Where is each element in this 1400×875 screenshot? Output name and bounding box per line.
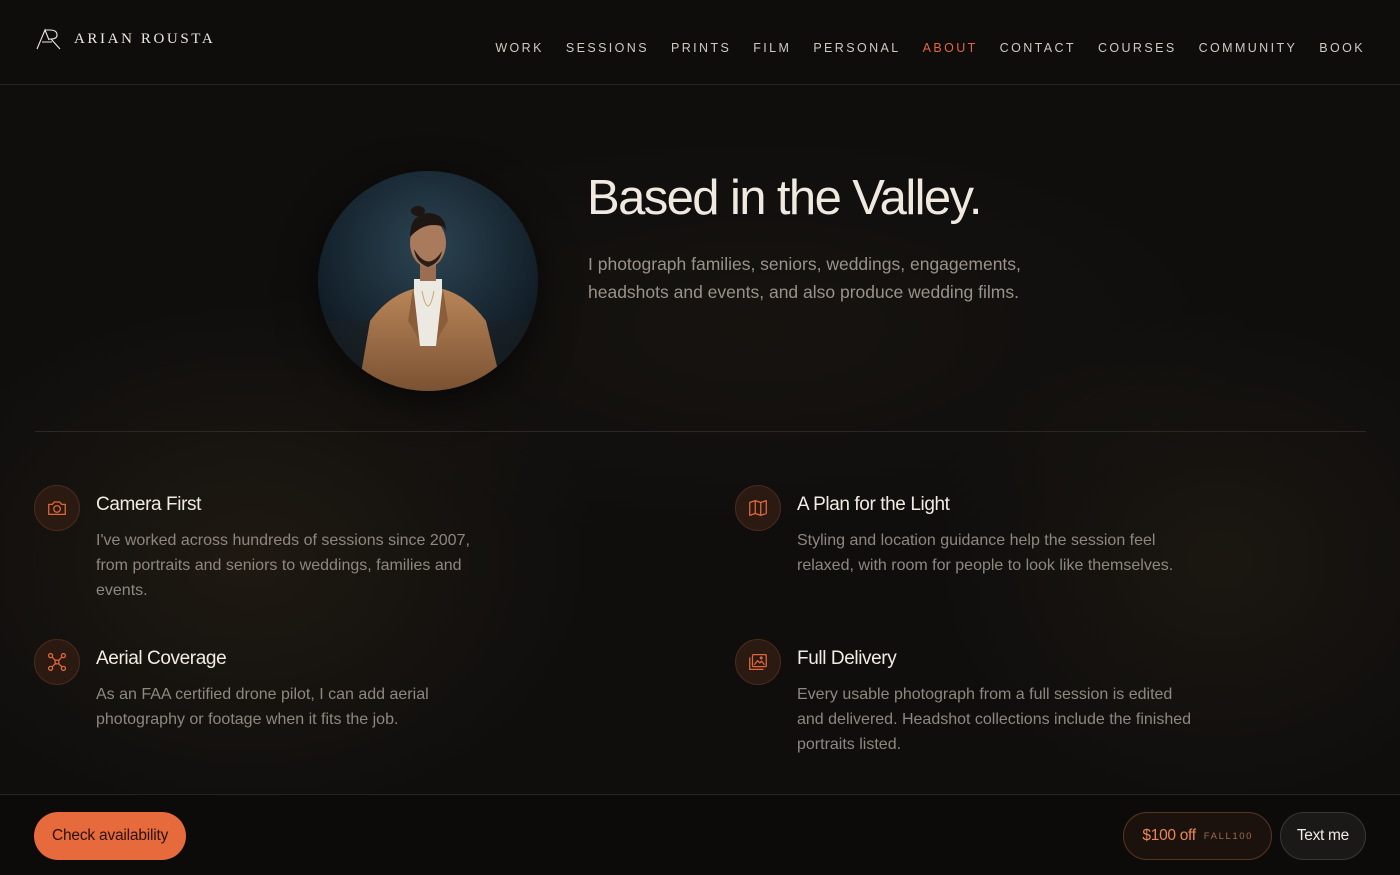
main-nav: WORK SESSIONS PRINTS FILM PERSONAL ABOUT… (473, 41, 1365, 55)
feature-title: A Plan for the Light (797, 494, 950, 515)
promo-code: FALL100 (1203, 830, 1253, 842)
brand-name: ARIAN ROUSTA (74, 30, 216, 47)
nav-item-community[interactable]: COMMUNITY (1199, 41, 1298, 55)
feature-text: Every usable photograph from a full sess… (797, 686, 1192, 753)
ar-monogram-icon (36, 28, 61, 50)
feature-text: I've worked across hundreds of sessions … (96, 532, 470, 599)
text-me-button[interactable]: Text me (1279, 812, 1366, 860)
promo-button[interactable]: $100 off FALL100 (1123, 812, 1272, 860)
nav-item-about[interactable]: ABOUT (923, 41, 978, 55)
nav-item-sessions[interactable]: SESSIONS (566, 41, 649, 55)
intro-text: I photograph families, seniors, weddings… (588, 254, 1021, 302)
camera-icon (34, 485, 80, 531)
promo-amount: $100 off (1142, 827, 1196, 844)
feature-title: Aerial Coverage (96, 648, 227, 669)
feature-title: Camera First (96, 494, 201, 515)
sticky-action-bar: Check availability $100 off FALL100 Text… (0, 794, 1400, 875)
nav-item-contact[interactable]: CONTACT (1000, 41, 1076, 55)
site-header: ARIAN ROUSTA WORK SESSIONS PRINTS FILM P… (0, 0, 1400, 85)
nav-item-work[interactable]: WORK (495, 41, 544, 55)
section-divider (35, 431, 1366, 432)
feature-text: As an FAA certified drone pilot, I can a… (96, 686, 429, 728)
nav-item-prints[interactable]: PRINTS (671, 41, 731, 55)
gallery-icon (735, 639, 781, 685)
nav-item-book[interactable]: BOOK (1319, 41, 1365, 55)
map-icon (735, 485, 781, 531)
nav-item-courses[interactable]: COURSES (1098, 41, 1177, 55)
page-title: Based in the Valley. (587, 171, 982, 225)
nav-item-film[interactable]: FILM (753, 41, 791, 55)
drone-icon (34, 639, 80, 685)
portrait-photo (318, 171, 538, 391)
about-page: ARIAN ROUSTA WORK SESSIONS PRINTS FILM P… (0, 0, 1400, 875)
feature-text: Styling and location guidance help the s… (797, 532, 1174, 574)
feature-title: Full Delivery (797, 648, 897, 669)
brand[interactable]: ARIAN ROUSTA (36, 28, 215, 50)
nav-item-personal[interactable]: PERSONAL (813, 41, 900, 55)
check-availability-button[interactable]: Check availability (34, 812, 187, 860)
